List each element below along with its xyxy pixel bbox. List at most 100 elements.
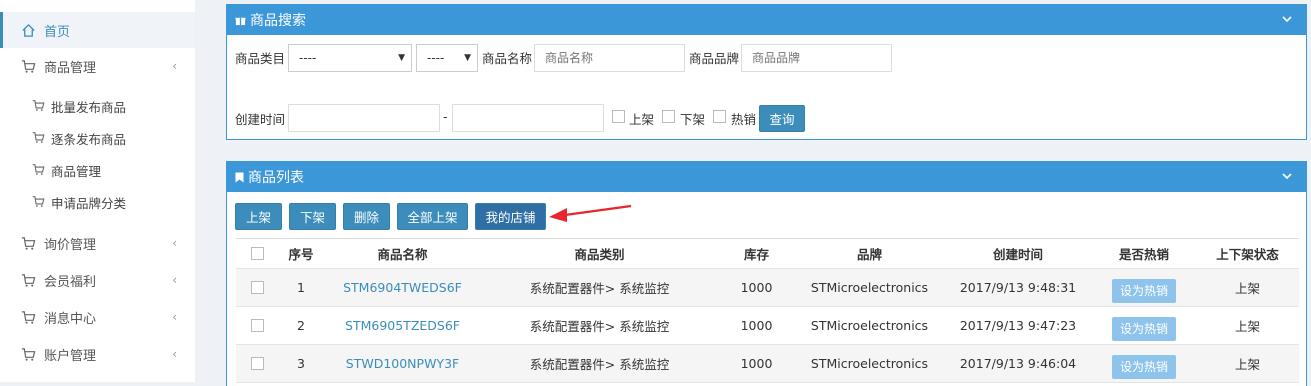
column-header: 上下架状态 xyxy=(1216,247,1279,262)
table-row: 2 STM6905TZEDS6F 系统配置器件> 系统监控 1000 STMic… xyxy=(236,307,1299,345)
column-header: 是否热销 xyxy=(1118,247,1169,262)
sub-item-label: 逐条发布商品 xyxy=(51,131,127,147)
nav-messages-label: 消息中心 xyxy=(44,311,97,327)
cart-icon xyxy=(32,195,46,209)
name-input[interactable] xyxy=(534,44,685,72)
category-select-2[interactable]: ---- ▼ xyxy=(416,44,478,72)
caret-down-icon: ▼ xyxy=(398,53,405,63)
column-header: 品牌 xyxy=(856,247,882,262)
cart-icon xyxy=(32,99,46,113)
select-all-cell xyxy=(236,239,278,268)
row-checkbox[interactable] xyxy=(250,319,264,332)
off-shelf-label: 下架 xyxy=(680,112,706,127)
nav-inquiry-label: 询价管理 xyxy=(44,237,97,253)
off-shelf-button[interactable]: 下架 xyxy=(289,203,336,230)
sub-item-label: 批量发布商品 xyxy=(51,99,127,115)
search-panel-header: 商品搜索 xyxy=(227,5,1306,35)
table-row: 1 STM6904TWEDS6F 系统配置器件> 系统监控 1000 STMic… xyxy=(236,269,1299,307)
brand-label: 商品品牌 xyxy=(689,51,740,66)
query-button[interactable]: 查询 xyxy=(759,105,805,132)
product-name-link[interactable]: STM6904TWEDS6F xyxy=(324,269,481,306)
row-select-cell xyxy=(236,345,278,382)
product-name-link[interactable]: STWD100NPWY3F xyxy=(324,345,481,382)
column-header: 商品类别 xyxy=(574,247,625,262)
search-panel: 商品搜索 商品类目 ---- ▼ ---- ▼ 商品名称 商品品牌 创建时间 -… xyxy=(226,4,1307,140)
name-label: 商品名称 xyxy=(482,51,533,66)
category-select-1[interactable]: ---- ▼ xyxy=(288,44,412,72)
product-name-link[interactable]: STM6905TZEDS6F xyxy=(324,307,481,344)
chevron-left-icon: ‹ xyxy=(172,273,177,287)
nav-member-benefits[interactable]: 会员福利 ‹ xyxy=(0,262,195,298)
nav-goods-management[interactable]: 商品管理 ‹ xyxy=(0,48,195,84)
created-end-input[interactable] xyxy=(452,104,604,132)
cart-icon xyxy=(20,58,36,74)
bookmark-icon xyxy=(235,172,244,183)
row-number: 2 xyxy=(297,318,305,333)
column-header: 序号 xyxy=(288,247,314,262)
created-start-input[interactable] xyxy=(288,104,440,132)
nav-home-label: 首页 xyxy=(44,24,71,40)
hot-cell: 设为热销 xyxy=(1092,345,1196,382)
list-panel: 商品列表 上架 下架 删除 全部上架 我的店铺 序号 商品名称 商品类别 库存 … xyxy=(226,161,1307,386)
product-brand: STMicroelectronics xyxy=(810,356,929,371)
cart-icon xyxy=(20,309,36,325)
sub-item-batch-publish[interactable]: 批量发布商品 xyxy=(0,91,195,121)
column-header: 创建时间 xyxy=(992,247,1043,262)
cart-icon xyxy=(20,235,36,251)
chevron-down-icon[interactable] xyxy=(1280,12,1294,30)
category-select-1-value: ---- xyxy=(299,51,317,65)
hot-cell: 设为热销 xyxy=(1092,307,1196,344)
cart-icon xyxy=(20,272,36,288)
product-stock: 1000 xyxy=(740,280,773,295)
list-panel-header: 商品列表 xyxy=(227,162,1306,192)
created-time-label: 创建时间 xyxy=(235,112,286,127)
brand-input[interactable] xyxy=(741,44,892,72)
nav-account-label: 账户管理 xyxy=(44,348,97,364)
cart-icon xyxy=(32,131,46,145)
table-row: 3 STWD100NPWY3F 系统配置器件> 系统监控 1000 STMicr… xyxy=(236,345,1299,383)
gift-icon xyxy=(235,15,246,26)
product-category: 系统配置器件> 系统监控 xyxy=(529,319,670,334)
goods-table: 序号 商品名称 商品类别 库存 品牌 创建时间 是否热销 上下架状态 1 STM… xyxy=(236,238,1299,383)
off-shelf-checkbox[interactable] xyxy=(662,110,675,123)
nav-inquiry[interactable]: 询价管理 ‹ xyxy=(0,225,195,261)
set-hot-button[interactable]: 设为热销 xyxy=(1111,278,1176,303)
sub-item-apply-brand[interactable]: 申请品牌分类 xyxy=(0,187,195,217)
range-separator: - xyxy=(443,109,448,124)
nav-member-label: 会员福利 xyxy=(44,274,97,290)
row-checkbox[interactable] xyxy=(250,357,264,370)
sub-item-label: 商品管理 xyxy=(51,163,102,179)
set-hot-button[interactable]: 设为热销 xyxy=(1111,316,1176,341)
row-checkbox[interactable] xyxy=(250,281,264,294)
nav-account-management[interactable]: 账户管理 ‹ xyxy=(0,336,195,372)
product-category: 系统配置器件> 系统监控 xyxy=(529,357,670,372)
sub-item-single-publish[interactable]: 逐条发布商品 xyxy=(0,123,195,153)
nav-home[interactable]: 首页 xyxy=(0,12,195,48)
set-hot-button[interactable]: 设为热销 xyxy=(1111,354,1176,379)
on-shelf-button[interactable]: 上架 xyxy=(235,203,282,230)
hot-cell: 设为热销 xyxy=(1092,269,1196,306)
all-on-shelf-button[interactable]: 全部上架 xyxy=(397,203,468,230)
hot-sale-checkbox[interactable] xyxy=(713,110,726,123)
row-number: 3 xyxy=(297,356,305,371)
hot-sale-label: 热销 xyxy=(731,112,757,127)
sidebar: 首页 商品管理 ‹ 批量发布商品 逐条发布商品 商品管理 申请品牌分类 询价管理… xyxy=(0,0,195,382)
nav-message-center[interactable]: 消息中心 ‹ xyxy=(0,299,195,335)
column-header: 库存 xyxy=(743,247,769,262)
shelf-status: 上架 xyxy=(1234,319,1260,334)
search-panel-title: 商品搜索 xyxy=(250,13,306,29)
category-select-2-value: ---- xyxy=(427,51,445,65)
select-all-checkbox[interactable] xyxy=(250,247,264,260)
annotation-arrow xyxy=(549,204,632,222)
sub-item-goods-management[interactable]: 商品管理 xyxy=(0,155,195,185)
chevron-down-icon[interactable] xyxy=(1280,169,1294,187)
my-shop-button[interactable]: 我的店铺 xyxy=(475,203,546,230)
row-select-cell xyxy=(236,307,278,344)
row-select-cell xyxy=(236,269,278,306)
product-created-time: 2017/9/13 9:48:31 xyxy=(959,280,1077,295)
product-stock: 1000 xyxy=(740,318,773,333)
delete-button[interactable]: 删除 xyxy=(343,203,390,230)
home-icon xyxy=(20,22,36,38)
cart-icon xyxy=(20,346,36,362)
on-shelf-checkbox[interactable] xyxy=(612,110,625,123)
